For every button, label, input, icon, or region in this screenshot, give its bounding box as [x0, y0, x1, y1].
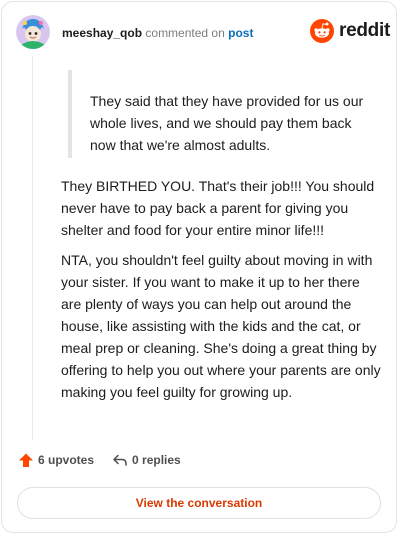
- avatar-image: [16, 15, 50, 49]
- thread-line: [32, 56, 33, 440]
- upvote-button[interactable]: 6 upvotes: [18, 452, 94, 468]
- username-link[interactable]: meeshay_qob: [62, 26, 142, 40]
- replies-button[interactable]: 0 replies: [112, 452, 181, 468]
- reddit-logo[interactable]: reddit: [310, 19, 390, 43]
- view-conversation-button[interactable]: View the conversation: [17, 487, 381, 519]
- comment-actions: 6 upvotes 0 replies: [18, 452, 181, 468]
- post-link[interactable]: post: [228, 26, 253, 40]
- action-text: commented on: [145, 26, 225, 40]
- reply-arrow-icon: [113, 454, 127, 466]
- reddit-snoo-icon: [310, 19, 334, 43]
- user-avatar[interactable]: [16, 15, 50, 49]
- comment-paragraph-2: NTA, you shouldn't feel guilty about mov…: [61, 252, 381, 400]
- reddit-wordmark: reddit: [339, 20, 390, 41]
- comment-header: meeshay_qob commented on post: [62, 25, 253, 41]
- quote-bar: [68, 70, 72, 158]
- upvote-arrow-icon: [19, 453, 33, 467]
- reply-count: 0 replies: [132, 453, 181, 467]
- upvote-count: 6 upvotes: [38, 453, 95, 467]
- comment-paragraph-1: They BIRTHED YOU. That's their job!!! Yo…: [61, 178, 375, 238]
- quoted-text: They said that they have provided for us…: [90, 93, 364, 153]
